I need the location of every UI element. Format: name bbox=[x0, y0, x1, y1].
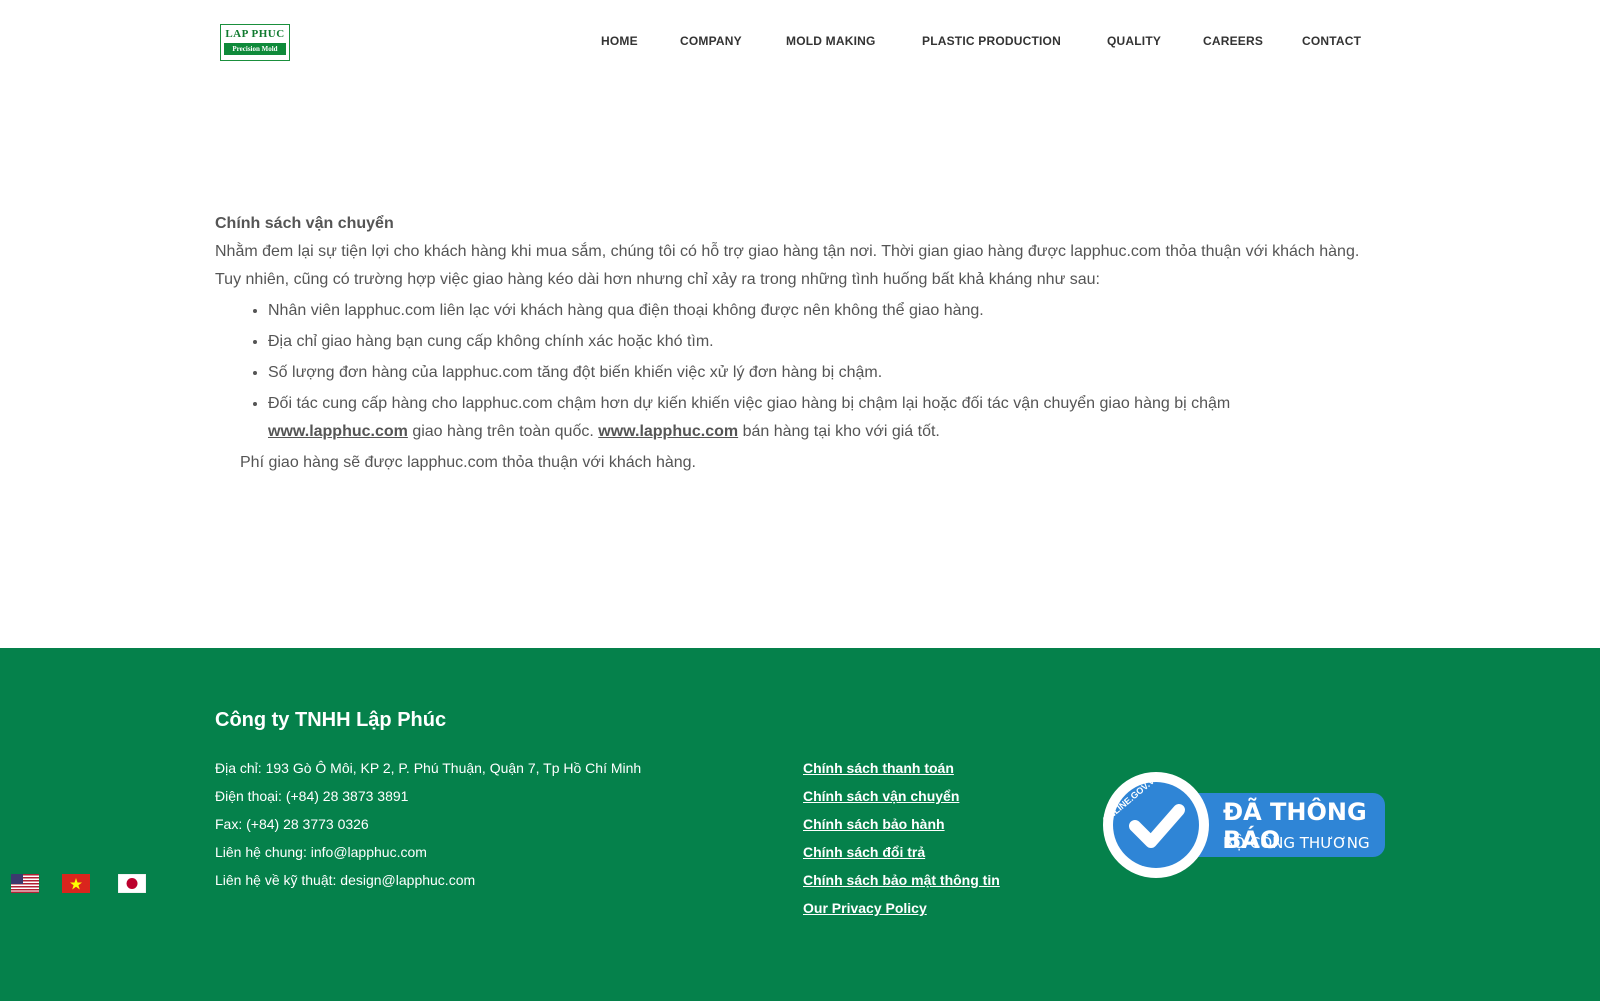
list-item-text-end: bán hàng tại kho với giá tốt. bbox=[738, 423, 940, 440]
nav-home[interactable]: HOME bbox=[601, 34, 638, 48]
nav-plastic-production[interactable]: PLASTIC PRODUCTION bbox=[922, 34, 1061, 48]
logo-title: LAP PHUC bbox=[225, 28, 285, 40]
site-header: LAP PHUC Precision Mold HOME COMPANY MOL… bbox=[0, 0, 1600, 90]
list-item: Đối tác cung cấp hàng cho lapphuc.com ch… bbox=[268, 390, 1298, 446]
return-policy-link[interactable]: Chính sách đổi trả bbox=[803, 843, 925, 861]
list-item: Địa chỉ giao hàng bạn cung cấp không chí… bbox=[268, 328, 1385, 356]
nav-careers[interactable]: CAREERS bbox=[1203, 34, 1263, 48]
badge-subtitle: BỘ CÔNG THƯƠNG bbox=[1223, 834, 1370, 852]
delay-reasons-list: Nhân viên lapphuc.com liên lạc với khách… bbox=[215, 297, 1385, 446]
logo-subtitle: Precision Mold bbox=[224, 43, 286, 55]
nav-contact[interactable]: CONTACT bbox=[1302, 34, 1361, 48]
shipping-policy-link[interactable]: Chính sách vận chuyển bbox=[803, 787, 959, 805]
general-email-text: Liên hệ chung: info@lapphuc.com bbox=[215, 844, 427, 860]
privacy-info-policy-link[interactable]: Chính sách bảo mật thông tin bbox=[803, 871, 1000, 889]
nav-mold-making[interactable]: MOLD MAKING bbox=[786, 34, 876, 48]
warranty-policy-link[interactable]: Chính sách bảo hành bbox=[803, 815, 945, 833]
address-text: Địa chỉ: 193 Gò Ô Môi, KP 2, P. Phú Thuậ… bbox=[215, 760, 642, 776]
fee-paragraph: Phí giao hàng sẽ được lapphuc.com thỏa t… bbox=[240, 454, 696, 471]
intro-paragraph: Nhằm đem lại sự tiện lợi cho khách hàng … bbox=[215, 243, 1360, 260]
list-item-text: Đối tác cung cấp hàng cho lapphuc.com ch… bbox=[268, 395, 1231, 412]
privacy-policy-link[interactable]: Our Privacy Policy bbox=[803, 899, 927, 917]
tech-email-text: Liên hệ về kỹ thuật: design@lapphuc.com bbox=[215, 872, 476, 888]
policy-content: Chính sách vận chuyển Nhằm đem lại sự ti… bbox=[215, 210, 1385, 477]
note-paragraph: Tuy nhiên, cũng có trường hợp việc giao … bbox=[215, 271, 1100, 288]
site-logo[interactable]: LAP PHUC Precision Mold bbox=[220, 24, 290, 61]
page-title: Chính sách vận chuyển bbox=[215, 215, 394, 232]
registered-badge[interactable]: ĐÃ THÔNG BÁO BỘ CÔNG THƯƠNG ONLINE.GOV.V… bbox=[1101, 772, 1385, 878]
site-footer: Công ty TNHH Lập Phúc Địa chỉ: 193 Gò Ô … bbox=[0, 648, 1600, 1001]
fax-text: Fax: (+84) 28 3773 0326 bbox=[215, 816, 369, 832]
jp-flag-icon[interactable] bbox=[117, 873, 147, 894]
us-flag-icon[interactable] bbox=[11, 874, 39, 893]
lapphuc-link-2[interactable]: www.lapphuc.com bbox=[598, 423, 738, 440]
company-name: Công ty TNHH Lập Phúc bbox=[215, 709, 447, 731]
nav-company[interactable]: COMPANY bbox=[680, 34, 742, 48]
lapphuc-link-1[interactable]: www.lapphuc.com bbox=[268, 423, 408, 440]
list-item: Nhân viên lapphuc.com liên lạc với khách… bbox=[268, 297, 1385, 325]
phone-text: Điện thoại: (+84) 28 3873 3891 bbox=[215, 788, 409, 804]
vn-flag-icon[interactable] bbox=[62, 874, 90, 893]
nav-quality[interactable]: QUALITY bbox=[1107, 34, 1161, 48]
badge-circle: ONLINE.GOV.VN bbox=[1101, 772, 1209, 878]
list-item-text-mid: giao hàng trên toàn quốc. bbox=[407, 423, 599, 440]
payment-policy-link[interactable]: Chính sách thanh toán bbox=[803, 759, 954, 777]
list-item: Số lượng đơn hàng của lapphuc.com tăng đ… bbox=[268, 359, 1385, 387]
